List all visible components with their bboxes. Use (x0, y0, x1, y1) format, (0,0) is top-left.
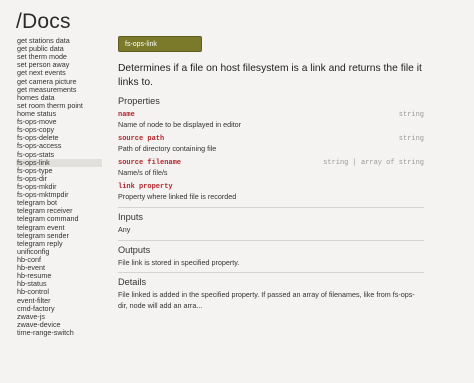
property-item: name string Name of node to be displayed … (118, 111, 424, 129)
section-divider (118, 207, 424, 208)
inputs-heading: Inputs (118, 212, 144, 222)
doc-content: fs-ops-link Determines if a file on host… (118, 36, 424, 311)
sidebar-item-time-range-switch[interactable]: time-range-switch (16, 328, 102, 337)
node-badge: fs-ops-link (118, 36, 202, 52)
property-name: source path (118, 135, 165, 143)
details-text: File linked is added in the specified pr… (118, 290, 415, 310)
property-type: string (398, 111, 424, 119)
property-name: name (118, 111, 135, 119)
property-desc: Name/s of file/s (118, 168, 168, 177)
outputs-text: File link is stored in specified propert… (118, 257, 240, 267)
property-name: source filename (118, 159, 182, 167)
page-title: /Docs (16, 10, 71, 33)
property-item: source filename string | array of string … (118, 159, 424, 177)
properties-heading: Properties (118, 96, 160, 106)
inputs-text: Any (118, 225, 131, 234)
property-type: string | array of string (323, 159, 424, 167)
property-desc: Path of directory containing file (118, 144, 217, 153)
property-item: source path string Path of directory cont… (118, 135, 424, 153)
property-item: link property Property where linked file… (118, 183, 424, 201)
outputs-heading: Outputs (118, 244, 151, 255)
section-divider (118, 239, 424, 241)
property-desc: Name of node to be displayed in editor (118, 120, 242, 129)
property-type: string (398, 135, 424, 143)
property-desc: Property where linked file is recorded (118, 192, 237, 201)
section-divider (118, 272, 424, 273)
sidebar-nav: get stations data get public data set ther… (16, 36, 102, 337)
property-name: link property (118, 183, 173, 191)
details-heading: Details (118, 277, 147, 287)
node-summary: Determines if a file on host filesystem … (118, 63, 422, 88)
